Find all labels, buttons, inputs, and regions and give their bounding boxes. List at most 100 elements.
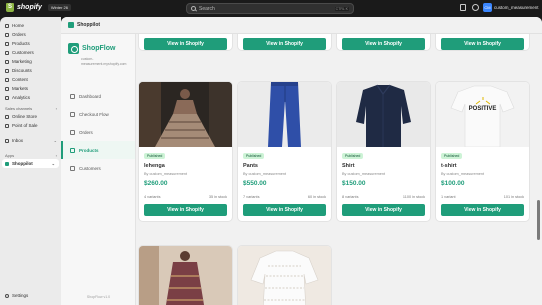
stock-count: 35 in stock <box>208 195 227 199</box>
product-card[interactable]: Published lehenga By custom_measurement … <box>139 82 232 221</box>
app-nav-products[interactable]: Products <box>61 141 135 159</box>
app-header: Shoppilot <box>61 17 542 34</box>
sidebar-item-discounts[interactable]: Discounts <box>0 66 61 75</box>
variant-count: 1 variant <box>441 195 456 199</box>
app-nav-customers[interactable]: Customers <box>61 159 135 177</box>
product-vendor: By custom_measurement <box>441 172 485 176</box>
blue-pants-photo <box>238 82 331 147</box>
shopify-logo[interactable]: shopify Winter 26 <box>6 3 72 12</box>
store-chip[interactable]: Winter 26 <box>47 4 72 11</box>
view-in-shopify-button[interactable]: View in Shopify <box>243 38 326 50</box>
white-lace-top-photo <box>238 246 331 305</box>
prev-card: View in Shopify <box>436 34 529 50</box>
user-menu[interactable]: CM custom_measurement <box>483 3 539 12</box>
shop-domain: custom-measurement.myshopify.com <box>81 57 127 66</box>
marketing-icon <box>5 59 9 64</box>
product-title: Shirt <box>342 163 355 169</box>
shopflow-logo-icon <box>68 43 79 54</box>
search-input[interactable]: Search <box>199 6 332 12</box>
app-nav-orders[interactable]: Orders <box>61 123 135 141</box>
sidebar-item-channel[interactable]: Online Store <box>0 112 61 121</box>
product-card[interactable]: Published Shirt By custom_measurement $1… <box>337 82 430 221</box>
customers-icon <box>5 50 9 55</box>
sidebar-item-orders[interactable]: Orders <box>0 30 61 39</box>
app-sidebar: ShopFlow custom-measurement.myshopify.co… <box>61 34 136 305</box>
product-card[interactable]: POSITIVE Published t-shirt By custom_mea… <box>436 82 529 221</box>
app-frame: Shoppilot ShopFlow custom-measurement.my… <box>61 17 542 305</box>
sidebar-item-products[interactable]: Products <box>0 39 61 48</box>
prev-card: View in Shopify <box>337 34 430 50</box>
pos-icon <box>5 123 9 128</box>
lehenga-photo <box>139 82 232 147</box>
products-icon <box>70 147 75 153</box>
bell-icon[interactable] <box>472 4 479 11</box>
product-title: lehenga <box>144 163 165 169</box>
search-shortcut: CTRL K <box>334 6 349 11</box>
content-icon <box>5 77 9 82</box>
search-icon <box>191 6 196 11</box>
products-icon <box>5 41 9 46</box>
home-icon <box>5 23 9 28</box>
chevron-down-icon: ⌄ <box>53 138 57 143</box>
brand-name: shopify <box>17 4 42 11</box>
app-title: Shoppilot <box>77 22 101 28</box>
sidebar-item-inbox[interactable]: Inbox ⌄ <box>0 136 61 145</box>
view-in-shopify-button[interactable]: View in Shopify <box>342 38 425 50</box>
status-badge: Published <box>243 153 265 159</box>
status-badge: Published <box>342 153 364 159</box>
variant-count: 4 variants <box>144 195 161 199</box>
online-store-icon <box>5 114 9 119</box>
sidebar-item-marketing[interactable]: Marketing <box>0 57 61 66</box>
discounts-icon <box>5 68 9 73</box>
sidebar-item-analytics[interactable]: Analytics <box>0 93 61 102</box>
app-icon <box>68 22 74 28</box>
sales-channels-heading[interactable]: Sales channels › <box>0 105 61 112</box>
product-price: $550.00 <box>243 180 267 187</box>
sidebar-item-channel[interactable]: Point of Sale <box>0 121 61 130</box>
sidebar-item-markets[interactable]: Markets <box>0 84 61 93</box>
status-badge: Published <box>441 153 463 159</box>
sidebar-item-customers[interactable]: Customers <box>0 48 61 57</box>
user-name: custom_measurement <box>494 5 539 10</box>
variant-count: 7 variants <box>243 195 260 199</box>
stock-count: 60 in stock <box>307 195 326 199</box>
product-card[interactable]: Published Pants By custom_measurement $5… <box>238 82 331 221</box>
product-price: $150.00 <box>342 180 366 187</box>
view-in-shopify-button[interactable]: View in Shopify <box>342 204 425 216</box>
product-price: $260.00 <box>144 180 168 187</box>
app-nav-checkout-flow[interactable]: Checkout Flow <box>61 105 135 123</box>
analytics-icon <box>5 95 9 100</box>
inbox-icon <box>5 138 9 143</box>
product-card[interactable] <box>238 246 331 305</box>
store-icon[interactable] <box>460 4 466 11</box>
gear-icon <box>5 293 9 298</box>
app-nav-dashboard[interactable]: Dashboard <box>61 87 135 105</box>
dashboard-icon <box>70 93 75 99</box>
view-in-shopify-button[interactable]: View in Shopify <box>243 204 326 216</box>
tshirt-print-text: POSITIVE <box>469 106 497 112</box>
app-version: ShopFlow v1.0 <box>86 295 111 299</box>
orders-icon <box>5 32 9 37</box>
view-in-shopify-button[interactable]: View in Shopify <box>441 38 524 50</box>
apps-heading[interactable]: Apps › <box>0 152 61 159</box>
admin-sidebar: Home Orders Products Customers Marketing Disc… <box>0 17 61 305</box>
sidebar-item-content[interactable]: Content <box>0 75 61 84</box>
product-vendor: By custom_measurement <box>144 172 188 176</box>
variant-count: 8 variants <box>342 195 359 199</box>
view-in-shopify-button[interactable]: View in Shopify <box>144 38 227 50</box>
page-scrollbar[interactable] <box>537 200 540 240</box>
status-badge: Published <box>144 153 166 159</box>
pin-icon[interactable]: ⌄ <box>52 161 55 166</box>
sidebar-item-home[interactable]: Home <box>0 21 61 30</box>
view-in-shopify-button[interactable]: View in Shopify <box>144 204 227 216</box>
product-title: t-shirt <box>441 163 457 169</box>
shoppilot-app-icon <box>5 161 9 166</box>
product-grid: View in Shopify View in Shopify View in … <box>136 34 542 305</box>
product-card[interactable] <box>139 246 232 305</box>
sidebar-item-settings[interactable]: Settings <box>0 291 61 300</box>
view-in-shopify-button[interactable]: View in Shopify <box>441 204 524 216</box>
app-logo-name: ShopFlow <box>82 45 116 52</box>
prev-card: View in Shopify <box>139 34 232 50</box>
search-bar[interactable]: Search CTRL K <box>186 3 354 14</box>
sidebar-item-shoppilot[interactable]: Shoppilot ⌄ <box>2 159 59 168</box>
